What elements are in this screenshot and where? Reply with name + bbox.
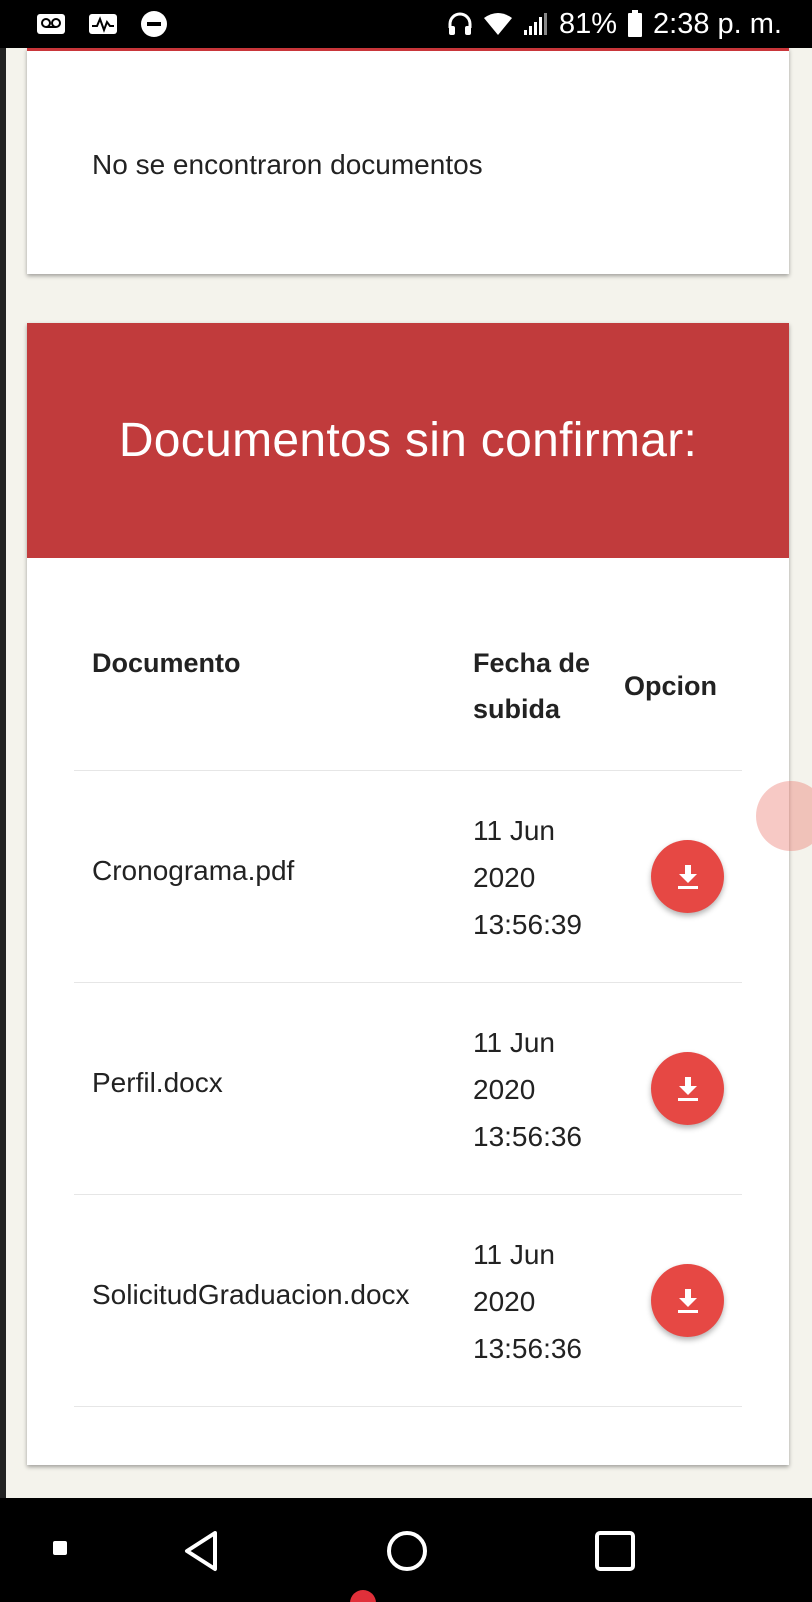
signal-icon [523, 12, 549, 36]
table-row: Perfil.docx 11 Jun 2020 13:56:36 [74, 982, 742, 1194]
document-name: SolicitudGraduacion.docx [92, 1279, 410, 1310]
back-button[interactable] [178, 1528, 224, 1574]
activity-icon [88, 13, 118, 35]
document-name: Cronograma.pdf [92, 855, 295, 886]
battery-percent: 81% [558, 7, 618, 40]
home-icon [387, 1531, 427, 1571]
unconfirmed-documents-card: Documentos sin confirmar: Documento Fech… [27, 323, 789, 1465]
download-button[interactable] [651, 840, 724, 913]
wifi-icon [483, 12, 513, 36]
recents-button[interactable] [592, 1528, 638, 1574]
upload-date: 11 Jun 2020 13:56:36 [473, 1019, 613, 1160]
upload-date-year: 2020 [473, 1074, 536, 1105]
column-header-upload-date: Fecha de subida [473, 648, 591, 724]
upload-date-year: 2020 [473, 862, 536, 893]
table-row: Cronograma.pdf 11 Jun 2020 13:56:39 [74, 770, 742, 982]
page-content: No se encontraron documentos Documentos … [0, 48, 812, 1498]
navigation-bar [0, 1498, 812, 1602]
upload-date-time: 13:56:39 [473, 909, 582, 940]
upload-date: 11 Jun 2020 13:56:39 [473, 807, 613, 948]
download-icon [677, 864, 698, 889]
status-bar: 81% 2:38 p. m. [0, 0, 812, 48]
recents-icon [595, 1531, 635, 1571]
empty-message: No se encontraron documentos [92, 149, 483, 180]
home-button[interactable] [384, 1528, 430, 1574]
status-right-icons: 81% 2:38 p. m. [447, 8, 782, 41]
battery-icon [627, 10, 643, 38]
upload-date-time: 13:56:36 [473, 1333, 582, 1364]
column-header-document: Documento [92, 648, 241, 678]
column-header-option: Opcion [624, 671, 717, 701]
voicemail-icon [36, 13, 66, 35]
upload-date-day: 11 Jun [473, 1239, 555, 1270]
card-title: Documentos sin confirmar: [118, 414, 698, 467]
status-left-icons [36, 10, 168, 38]
upload-date-year: 2020 [473, 1286, 536, 1317]
download-button[interactable] [651, 1052, 724, 1125]
document-name: Perfil.docx [92, 1067, 223, 1098]
download-icon [677, 1288, 698, 1313]
table-header: Documento Fecha de subida Opcion [27, 558, 789, 770]
do-not-disturb-icon [140, 10, 168, 38]
screen-edge [0, 48, 6, 1498]
headphones-icon [447, 11, 473, 37]
upload-date-day: 11 Jun [473, 815, 555, 846]
download-button[interactable] [651, 1264, 724, 1337]
dot-icon[interactable] [52, 1540, 68, 1556]
upload-date-day: 11 Jun [473, 1027, 555, 1058]
empty-documents-card: No se encontraron documentos [27, 48, 789, 274]
upload-date-time: 13:56:36 [473, 1121, 582, 1152]
table-row: SolicitudGraduacion.docx 11 Jun 2020 13:… [74, 1194, 742, 1406]
card-header: Documentos sin confirmar: [27, 323, 789, 558]
table-divider [74, 1406, 742, 1407]
upload-date: 11 Jun 2020 13:56:36 [473, 1231, 613, 1372]
clock: 2:38 p. m. [653, 7, 782, 40]
download-icon [677, 1076, 698, 1101]
back-icon [185, 1531, 217, 1571]
